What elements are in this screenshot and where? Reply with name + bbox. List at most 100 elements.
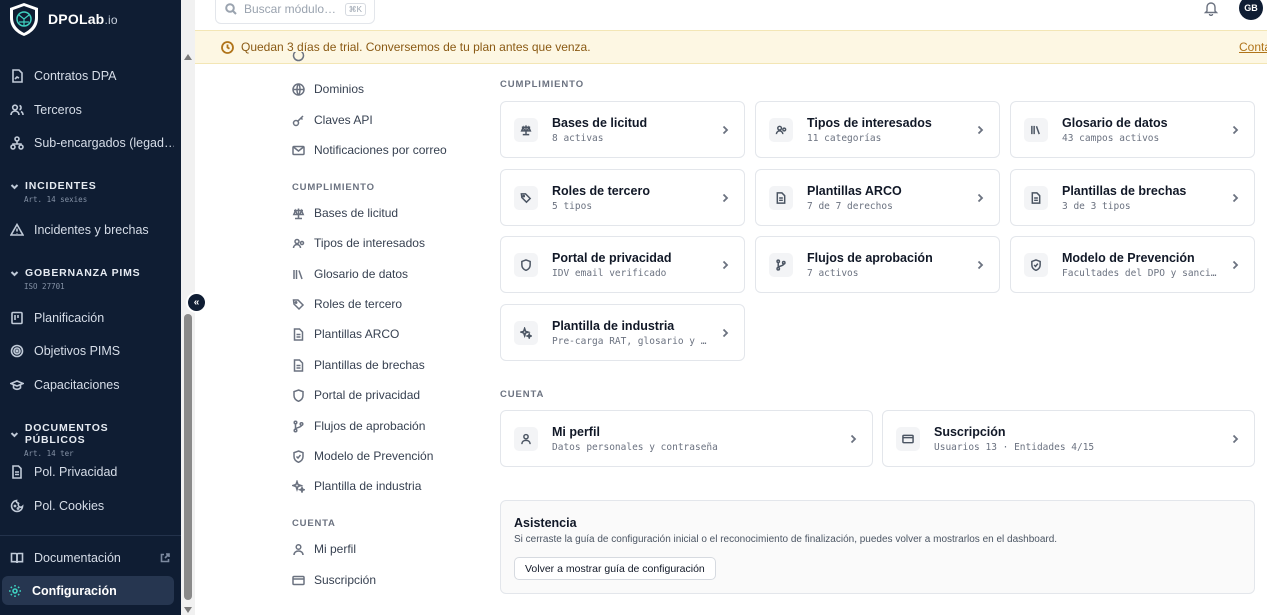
document-icon — [12, 465, 22, 479]
library-icon — [293, 269, 303, 279]
card-roles-tercero[interactable]: Roles de tercero 5 tipos — [500, 169, 745, 226]
scale-icon — [520, 124, 532, 135]
card-modelo-prevencion[interactable]: Modelo de Prevención Facultades del DPO y… — [1010, 236, 1255, 293]
card-plantillas-brechas[interactable]: Plantillas de brechas 3 de 3 tipos — [1010, 169, 1255, 226]
settings-nav-glosario[interactable]: Glosario de datos — [292, 264, 408, 284]
credit-card-icon — [902, 434, 914, 443]
sidebar-item-objetivos[interactable]: Objetivos PIMS — [10, 338, 174, 364]
card-glosario-datos[interactable]: Glosario de datos 43 campos activos — [1010, 101, 1255, 158]
settings-nav-suscripcion[interactable]: Suscripción — [292, 570, 376, 590]
card-suscripcion[interactable]: Suscripción Usuarios 13 · Entidades 4/15 — [882, 410, 1255, 467]
settings-nav-flujos-aprobacion[interactable]: Flujos de aprobación — [292, 416, 425, 436]
card-title: Bases de licitud — [552, 115, 648, 130]
settings-nav-dominios[interactable]: Dominios — [292, 79, 364, 99]
logo[interactable]: DPOLab.io — [6, 0, 118, 38]
document-icon — [293, 327, 304, 341]
logo-text: DPOLab.io — [48, 11, 118, 27]
sidebar-item-documentacion[interactable]: Documentación — [6, 545, 170, 571]
settings-nav-header-cumplimiento: CUMPLIMIENTO — [292, 182, 375, 193]
cookie-icon — [10, 499, 24, 513]
card-flujos-aprobacion[interactable]: Flujos de aprobación 7 activos — [755, 236, 1000, 293]
card-title: Plantillas de brechas — [1062, 183, 1187, 198]
chevron-right-icon — [722, 193, 729, 202]
settings-nav-roles-tercero[interactable]: Roles de tercero — [292, 294, 402, 314]
document-icon — [1031, 191, 1041, 204]
assist-panel: Asistencia Si cerraste la guía de config… — [500, 500, 1255, 594]
section-incidentes[interactable]: INCIDENTES Art. 14 sexies — [10, 180, 170, 204]
card-subtitle: 43 campos activos — [1062, 132, 1160, 144]
settings-nav-modelo-prevencion[interactable]: Modelo de Prevención — [292, 446, 433, 466]
section-header-cuenta: CUENTA — [500, 389, 545, 400]
card-subtitle: 7 de 7 derechos — [807, 200, 893, 212]
settings-nav-portal-privacidad[interactable]: Portal de privacidad — [292, 385, 420, 405]
settings-nav-mi-perfil[interactable]: Mi perfil — [292, 539, 356, 559]
sparkles-icon — [520, 326, 532, 339]
chevron-right-icon — [977, 193, 984, 202]
card-subtitle: IDV email verificado — [552, 267, 667, 279]
card-bases-licitud[interactable]: Bases de licitud 8 activas — [500, 101, 745, 158]
card-plantilla-industria[interactable]: Plantilla de industria Pre-carga RAT, glo… — [500, 304, 745, 361]
sidebar-item-planificacion[interactable]: Planificación — [10, 305, 174, 331]
sidebar-item-contratos-dpa[interactable]: Contratos DPA — [10, 63, 174, 89]
gear-icon — [9, 584, 21, 597]
card-title: Flujos de aprobación — [807, 250, 933, 265]
card-subtitle: 5 tipos — [552, 200, 593, 212]
card-portal-privacidad[interactable]: Portal de privacidad IDV email verificado — [500, 236, 745, 293]
settings-nav-item-partial[interactable] — [292, 52, 305, 62]
card-title: Roles de tercero — [552, 183, 650, 198]
user-icon — [521, 433, 531, 444]
settings-nav-notificaciones[interactable]: Notificaciones por correo — [292, 140, 447, 160]
sidebar-item-incidentes[interactable]: Incidentes y brechas — [10, 217, 174, 243]
chevron-right-icon — [1232, 434, 1239, 443]
shield-check-icon — [293, 449, 304, 463]
card-subtitle: Usuarios 13 · Entidades 4/15 — [934, 441, 1095, 453]
scrollbar-thumb[interactable] — [184, 314, 192, 600]
bell-icon[interactable] — [1203, 0, 1219, 16]
settings-nav-tipos-interesados[interactable]: Tipos de interesados — [292, 233, 425, 253]
credit-card-icon — [292, 575, 305, 585]
sidebar-item-terceros[interactable]: Terceros — [10, 97, 174, 123]
sidebar-item-pol-cookies[interactable]: Pol. Cookies — [10, 493, 174, 519]
key-icon — [292, 114, 304, 126]
section-documentos[interactable]: DOCUMENTOS PÚBLICOS Art. 14 ter — [10, 422, 170, 458]
card-title: Modelo de Prevención — [1062, 250, 1195, 265]
external-link-icon — [160, 553, 170, 563]
settings-nav-bases-licitud[interactable]: Bases de licitud — [292, 203, 398, 223]
card-title: Plantillas ARCO — [807, 183, 902, 198]
alert-triangle-icon — [10, 223, 24, 236]
card-plantillas-arco[interactable]: Plantillas ARCO 7 de 7 derechos — [755, 169, 1000, 226]
scroll-up-arrow-icon[interactable] — [184, 54, 192, 60]
chevron-down-icon — [10, 431, 19, 437]
target-icon — [10, 344, 24, 358]
card-tipos-interesados[interactable]: Tipos de interesados 11 categorías — [755, 101, 1000, 158]
settings-nav-claves-api[interactable]: Claves API — [292, 110, 373, 130]
card-mi-perfil[interactable]: Mi perfil Datos personales y contraseña — [500, 410, 873, 467]
search-icon — [225, 3, 237, 15]
chevron-right-icon — [722, 125, 729, 134]
settings-nav-plantillas-arco[interactable]: Plantillas ARCO — [292, 324, 399, 344]
card-subtitle: 7 activos — [807, 267, 859, 279]
search-input[interactable]: Buscar módulo… ⌘K — [215, 0, 375, 24]
library-icon — [1031, 125, 1040, 134]
shield-logo-icon — [10, 3, 38, 36]
settings-nav-plantillas-brechas[interactable]: Plantillas de brechas — [292, 355, 425, 375]
sparkles-icon — [292, 479, 305, 493]
scroll-down-arrow-icon[interactable] — [184, 607, 192, 613]
trial-contact-link[interactable]: Conta — [1239, 40, 1267, 54]
sidebar-item-configuracion[interactable]: Configuración — [2, 576, 174, 605]
collapse-sidebar-button[interactable]: « — [186, 292, 207, 313]
show-setup-guide-button[interactable]: Volver a mostrar guía de configuración — [514, 557, 716, 580]
file-signature-icon — [12, 69, 23, 83]
settings-nav-plantilla-industria[interactable]: Plantilla de industria — [292, 476, 421, 496]
sidebar-item-capacitaciones[interactable]: Capacitaciones — [10, 372, 174, 398]
card-subtitle: Facultades del DPO y sancion… — [1062, 267, 1222, 279]
chevron-down-icon — [10, 183, 19, 189]
avatar[interactable]: GB — [1239, 0, 1263, 20]
sidebar-item-pol-privacidad[interactable]: Pol. Privacidad — [10, 459, 174, 485]
graduation-icon — [10, 380, 24, 391]
section-gobernanza[interactable]: GOBERNANZA PIMS ISO 27701 — [10, 267, 170, 291]
sidebar-item-sub-encargados[interactable]: Sub-encargados (legad… — [10, 130, 174, 156]
section-subtitle: ISO 27701 — [24, 282, 65, 291]
book-icon — [10, 552, 24, 564]
section-subtitle: Art. 14 ter — [24, 449, 74, 458]
